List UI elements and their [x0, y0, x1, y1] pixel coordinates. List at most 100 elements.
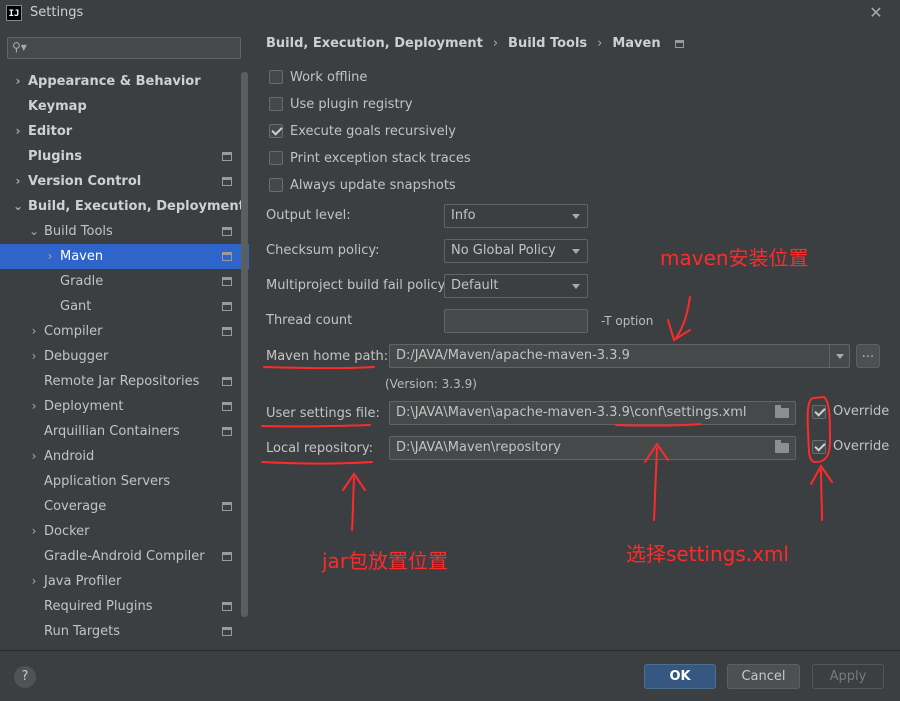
- use-plugin-registry-option[interactable]: Use plugin registry: [269, 94, 413, 114]
- sidebar-item-version-control[interactable]: › Version Control: [0, 169, 249, 194]
- sidebar-item-plugins[interactable]: Plugins: [0, 144, 249, 169]
- sidebar-item-appearance-behavior[interactable]: › Appearance & Behavior: [0, 69, 249, 94]
- output-level-label: Output level:: [266, 208, 351, 223]
- sidebar-item-gradle[interactable]: Gradle: [0, 269, 249, 294]
- sidebar-item-label: Build, Execution, Deployment: [28, 199, 245, 214]
- user-settings-override-checkbox[interactable]: [812, 404, 826, 419]
- folder-icon[interactable]: [775, 405, 789, 418]
- thread-count-input[interactable]: [444, 309, 588, 333]
- project-scope-icon: [222, 552, 232, 561]
- sidebar-item-editor[interactable]: › Editor: [0, 119, 249, 144]
- cancel-button[interactable]: Cancel: [727, 664, 800, 689]
- sidebar-item-coverage[interactable]: Coverage: [0, 494, 249, 519]
- sidebar-item-arquillian-containers[interactable]: Arquillian Containers: [0, 419, 249, 444]
- local-repository-override-checkbox[interactable]: [812, 439, 826, 454]
- sidebar-item-build-tools[interactable]: ⌄ Build Tools: [0, 219, 249, 244]
- chevron-down-icon[interactable]: ⌄: [12, 194, 24, 219]
- intellij-logo-icon: IJ: [6, 5, 22, 21]
- sidebar-item-label: Remote Jar Repositories: [44, 374, 200, 389]
- user-settings-override[interactable]: Override: [812, 404, 889, 419]
- multiproject-fail-policy-value: Default: [451, 278, 499, 293]
- chevron-right-icon[interactable]: ›: [28, 394, 40, 419]
- sidebar-scrollbar[interactable]: [241, 72, 248, 617]
- chevron-right-icon[interactable]: ›: [12, 69, 24, 94]
- apply-button[interactable]: Apply: [812, 664, 884, 689]
- sidebar-item-run-targets[interactable]: Run Targets: [0, 619, 249, 644]
- print-exception-stack-traces-label: Print exception stack traces: [290, 150, 471, 166]
- chevron-right-icon[interactable]: ›: [12, 169, 24, 194]
- sidebar-item-gradle-android-compiler[interactable]: Gradle-Android Compiler: [0, 544, 249, 569]
- sidebar-item-keymap[interactable]: Keymap: [0, 94, 249, 119]
- multiproject-fail-policy-label: Multiproject build fail policy:: [266, 278, 449, 293]
- chevron-down-icon: [836, 354, 844, 359]
- sidebar-item-docker[interactable]: › Docker: [0, 519, 249, 544]
- work-offline-checkbox[interactable]: [269, 70, 283, 84]
- chevron-right-icon[interactable]: ›: [28, 319, 40, 344]
- chevron-right-icon[interactable]: ›: [44, 244, 56, 269]
- sidebar-item-gant[interactable]: Gant: [0, 294, 249, 319]
- sidebar-item-debugger[interactable]: › Debugger: [0, 344, 249, 369]
- jar-location-annotation: jar包放置位置: [322, 549, 449, 573]
- print-exception-stack-traces-option[interactable]: Print exception stack traces: [269, 148, 471, 168]
- maven-home-annotation: maven安装位置: [660, 246, 809, 270]
- project-scope-icon: [222, 252, 232, 261]
- breadcrumb: Build, Execution, Deployment › Build Tools…: [266, 36, 684, 54]
- breadcrumb-item: Maven: [612, 36, 661, 51]
- chevron-right-icon[interactable]: ›: [28, 444, 40, 469]
- maven-home-browse-button[interactable]: ...: [856, 344, 880, 368]
- always-update-snapshots-option[interactable]: Always update snapshots: [269, 175, 456, 195]
- help-button[interactable]: ?: [14, 666, 36, 688]
- checksum-policy-value: No Global Policy: [451, 243, 556, 258]
- ok-button[interactable]: OK: [644, 664, 716, 689]
- execute-goals-recursively-checkbox[interactable]: [269, 124, 283, 138]
- sidebar-item-build-execution-deployment[interactable]: ⌄ Build, Execution, Deployment: [0, 194, 249, 219]
- maven-home-dropdown-button[interactable]: [829, 345, 849, 367]
- chevron-right-icon[interactable]: ›: [28, 519, 40, 544]
- user-settings-input[interactable]: D:\JAVA\Maven\apache-maven-3.3.9\conf\se…: [389, 401, 796, 425]
- sidebar-item-label: Deployment: [44, 399, 124, 414]
- sidebar-item-label: Version Control: [28, 174, 142, 189]
- work-offline-option[interactable]: Work offline: [269, 67, 367, 87]
- sidebar-item-label: Keymap: [28, 99, 87, 114]
- print-exception-stack-traces-checkbox[interactable]: [269, 151, 283, 165]
- work-offline-label: Work offline: [290, 69, 368, 85]
- close-icon[interactable]: ✕: [866, 3, 886, 23]
- sidebar-item-compiler[interactable]: › Compiler: [0, 319, 249, 344]
- breadcrumb-separator: ›: [492, 36, 499, 51]
- multiproject-fail-policy-select[interactable]: Default: [444, 274, 588, 298]
- sidebar-item-maven[interactable]: › Maven: [0, 244, 249, 269]
- execute-goals-recursively-option[interactable]: Execute goals recursively: [269, 121, 456, 141]
- sidebar-item-remote-jar-repositories[interactable]: Remote Jar Repositories: [0, 369, 249, 394]
- maven-home-input[interactable]: D:/JAVA/Maven/apache-maven-3.3.9: [389, 344, 850, 368]
- checksum-policy-select[interactable]: No Global Policy: [444, 239, 588, 263]
- chevron-down-icon[interactable]: ⌄: [28, 219, 40, 244]
- sidebar-item-label: Java Profiler: [44, 574, 122, 589]
- sidebar-item-label: Maven: [60, 249, 104, 264]
- local-repository-override[interactable]: Override: [812, 439, 889, 454]
- always-update-snapshots-label: Always update snapshots: [290, 177, 456, 193]
- output-level-select[interactable]: Info: [444, 204, 588, 228]
- project-scope-icon: [222, 177, 232, 186]
- sidebar-item-label: Required Plugins: [44, 599, 153, 614]
- sidebar-item-java-profiler[interactable]: › Java Profiler: [0, 569, 249, 594]
- search-icon: ⚲▾: [12, 40, 27, 54]
- sidebar-item-label: Gradle-Android Compiler: [44, 549, 205, 564]
- use-plugin-registry-checkbox[interactable]: [269, 97, 283, 111]
- chevron-right-icon[interactable]: ›: [28, 344, 40, 369]
- sidebar-item-label: Appearance & Behavior: [28, 74, 201, 89]
- sidebar-item-deployment[interactable]: › Deployment: [0, 394, 249, 419]
- project-scope-icon: [222, 502, 232, 511]
- project-scope-icon: [222, 602, 232, 611]
- breadcrumb-item: Build Tools: [508, 36, 588, 51]
- sidebar-item-required-plugins[interactable]: Required Plugins: [0, 594, 249, 619]
- chevron-right-icon[interactable]: ›: [12, 119, 24, 144]
- chevron-right-icon[interactable]: ›: [28, 569, 40, 594]
- folder-icon[interactable]: [775, 440, 789, 453]
- sidebar-item-application-servers[interactable]: Application Servers: [0, 469, 249, 494]
- always-update-snapshots-checkbox[interactable]: [269, 178, 283, 192]
- chevron-down-icon: [572, 214, 580, 219]
- search-input[interactable]: ⚲▾: [7, 37, 241, 59]
- project-scope-icon: [222, 402, 232, 411]
- local-repository-input[interactable]: D:\JAVA\Maven\repository: [389, 436, 796, 460]
- sidebar-item-android[interactable]: › Android: [0, 444, 249, 469]
